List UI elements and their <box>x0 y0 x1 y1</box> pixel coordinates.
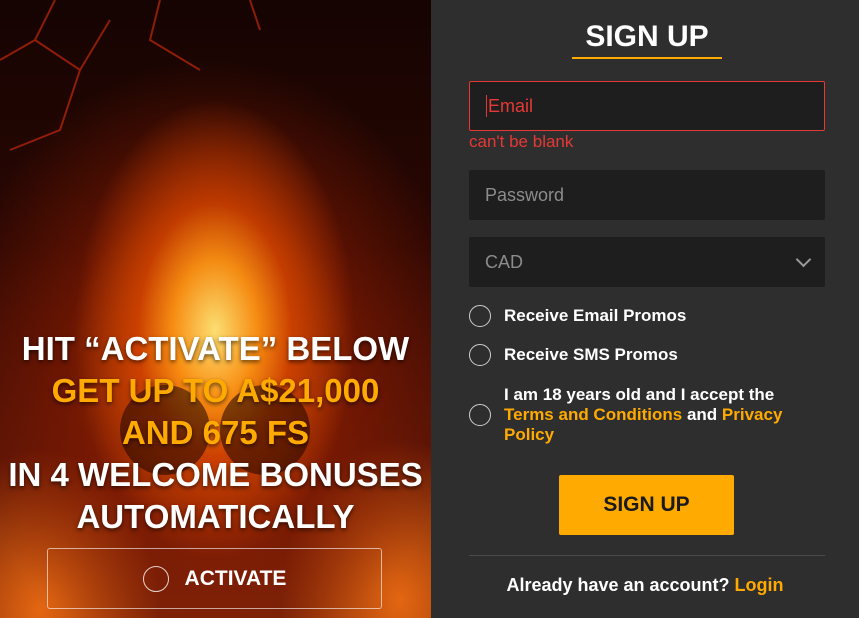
promo-line-5: AUTOMATICALLY <box>76 498 355 535</box>
password-field[interactable]: Password <box>469 170 825 220</box>
sms-promos-radio-icon[interactable] <box>469 344 491 366</box>
signup-panel: SIGN UP Email can't be blank Password CA… <box>431 0 859 618</box>
promo-line-3: AND 675 FS <box>121 414 310 451</box>
terms-text: I am 18 years old and I accept the Terms… <box>504 385 804 445</box>
password-placeholder: Password <box>485 184 565 205</box>
activate-button[interactable]: ACTIVATE <box>47 548 382 609</box>
terms-and: and <box>686 405 718 424</box>
email-promos-label: Receive Email Promos <box>504 306 687 325</box>
currency-select[interactable]: CAD <box>469 237 825 287</box>
email-promos-option[interactable]: Receive Email Promos <box>469 305 686 327</box>
activate-label: ACTIVATE <box>184 566 287 590</box>
sms-promos-label: Receive SMS Promos <box>504 345 678 364</box>
terms-option[interactable]: I am 18 years old and I accept the Terms… <box>469 385 804 445</box>
promo-headline: HIT “ACTIVATE” BELOW GET UP TO A$21,000 … <box>0 328 431 538</box>
promo-line-4: IN 4 WELCOME BONUSES <box>8 456 423 493</box>
promo-line-2: GET UP TO A$21,000 <box>51 372 380 409</box>
login-prompt-row: Already have an account? Login <box>431 575 859 596</box>
signup-title: SIGN UP <box>585 20 709 53</box>
email-promos-radio-icon[interactable] <box>469 305 491 327</box>
currency-value: CAD <box>485 251 524 272</box>
email-field[interactable]: Email <box>469 81 825 131</box>
signup-button[interactable]: SIGN UP <box>559 475 734 535</box>
login-prompt: Already have an account? <box>506 575 730 595</box>
title-underline <box>572 57 722 59</box>
terms-prefix: I am 18 years old and I accept the <box>504 385 775 404</box>
divider <box>469 555 825 556</box>
promo-line-1: HIT “ACTIVATE” BELOW <box>21 330 410 367</box>
email-error-message: can't be blank <box>469 132 574 151</box>
login-link[interactable]: Login <box>735 575 784 595</box>
text-caret <box>486 95 487 117</box>
terms-radio-icon[interactable] <box>469 404 491 426</box>
promo-banner: HIT “ACTIVATE” BELOW GET UP TO A$21,000 … <box>0 0 431 618</box>
sms-promos-option[interactable]: Receive SMS Promos <box>469 344 678 366</box>
terms-link[interactable]: Terms and Conditions <box>504 405 682 424</box>
chevron-down-icon <box>795 251 812 267</box>
activate-radio-icon[interactable] <box>142 565 169 592</box>
email-placeholder: Email <box>488 95 534 116</box>
